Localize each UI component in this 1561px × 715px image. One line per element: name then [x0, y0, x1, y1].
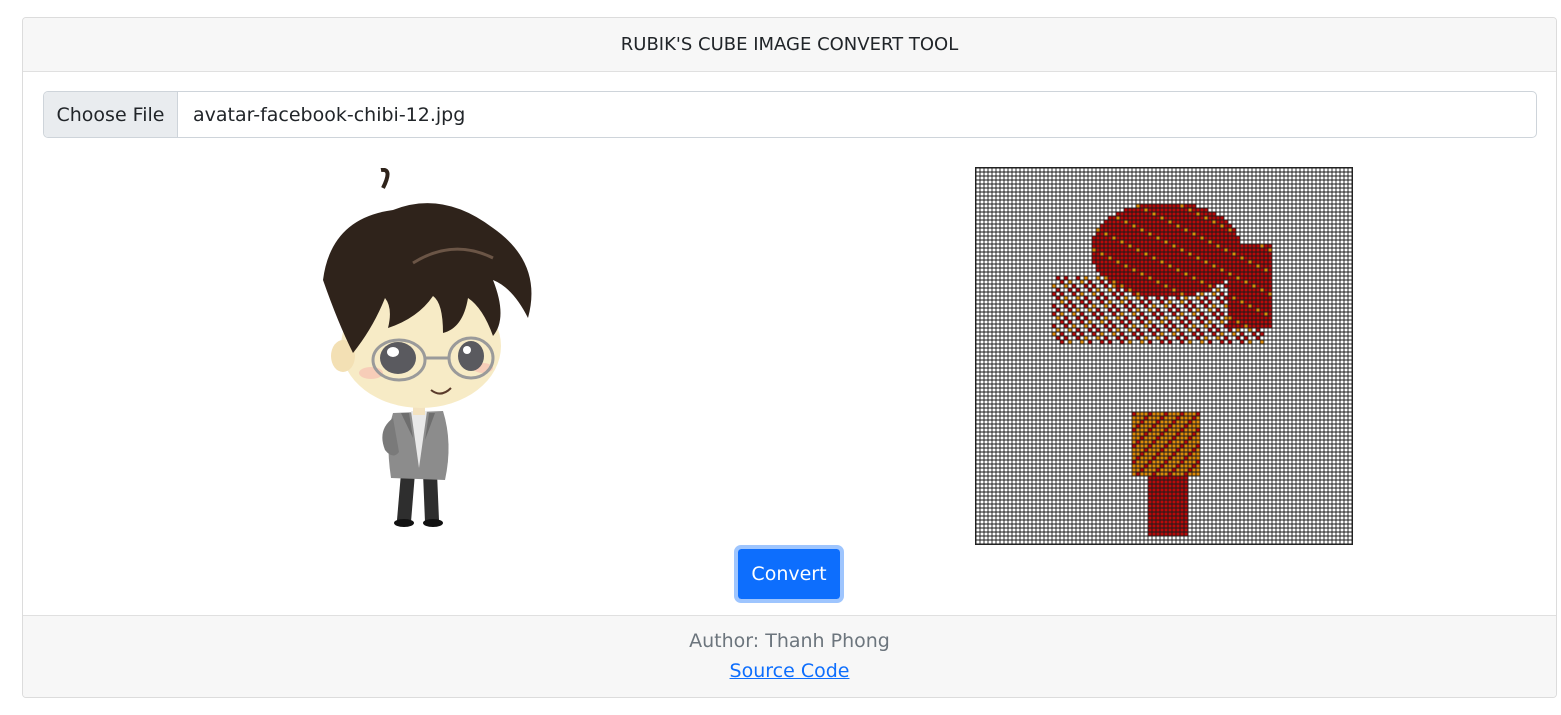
convert-button[interactable]: Convert: [734, 545, 844, 603]
converted-image: [975, 167, 1353, 545]
footer: Author: Thanh Phong Source Code: [23, 615, 1556, 697]
source-code-link-wrapper: Source Code: [23, 660, 1556, 682]
original-image: [323, 168, 532, 527]
selected-file-name: avatar-facebook-chibi-12.jpg: [193, 103, 466, 126]
page-title: RUBIK'S CUBE IMAGE CONVERT TOOL: [23, 18, 1556, 72]
file-input[interactable]: Choose File avatar-facebook-chibi-12.jpg: [43, 91, 1537, 138]
source-code-link[interactable]: Source Code: [730, 660, 850, 682]
author-text: Author: Thanh Phong: [689, 630, 890, 652]
choose-file-button[interactable]: Choose File: [44, 92, 178, 137]
main-card: RUBIK'S CUBE IMAGE CONVERT TOOL Choose F…: [22, 17, 1557, 698]
